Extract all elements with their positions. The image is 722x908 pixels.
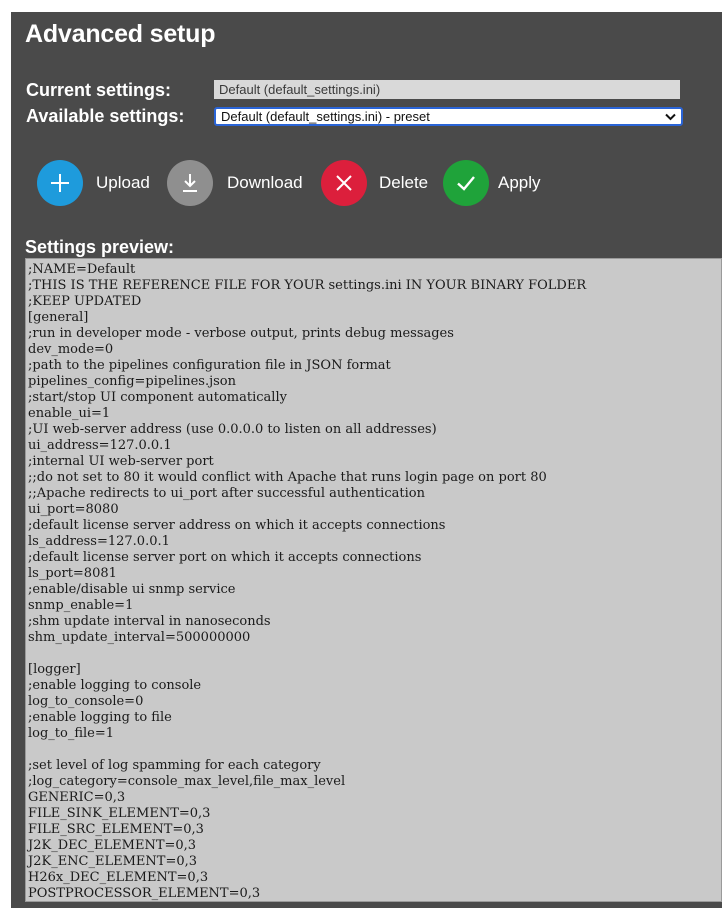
- current-settings-value: Default (default_settings.ini): [214, 80, 680, 99]
- current-settings-row: Current settings: Default (default_setti…: [26, 79, 716, 101]
- available-settings-selected-value: Default (default_settings.ini) - preset: [221, 109, 430, 124]
- current-settings-label: Current settings:: [26, 80, 172, 100]
- apply-button[interactable]: Apply: [443, 160, 553, 206]
- available-settings-select[interactable]: Default (default_settings.ini) - preset: [214, 107, 683, 126]
- available-settings-row: Available settings: Default (default_set…: [26, 105, 716, 127]
- settings-preview-heading: Settings preview:: [25, 237, 175, 257]
- plus-icon: [37, 160, 83, 206]
- delete-button[interactable]: Delete: [321, 160, 436, 206]
- chevron-down-icon: [665, 109, 676, 126]
- download-button[interactable]: Download: [167, 160, 312, 206]
- upload-button[interactable]: Upload: [37, 160, 157, 206]
- settings-preview-text: ;NAME=Default ;THIS IS THE REFERENCE FIL…: [28, 262, 587, 901]
- page-title: Advanced setup: [25, 20, 216, 48]
- advanced-setup-panel: Advanced setup Current settings: Default…: [11, 12, 722, 908]
- checkmark-icon: [443, 160, 489, 206]
- settings-actions: Upload Download Delete Apply: [37, 160, 597, 206]
- download-label: Download: [227, 173, 303, 192]
- upload-label: Upload: [96, 173, 150, 192]
- settings-preview-box[interactable]: ;NAME=Default ;THIS IS THE REFERENCE FIL…: [25, 258, 722, 902]
- available-settings-label: Available settings:: [26, 106, 185, 126]
- close-icon: [321, 160, 367, 206]
- apply-label: Apply: [498, 173, 541, 192]
- delete-label: Delete: [379, 173, 429, 192]
- download-icon: [167, 160, 213, 206]
